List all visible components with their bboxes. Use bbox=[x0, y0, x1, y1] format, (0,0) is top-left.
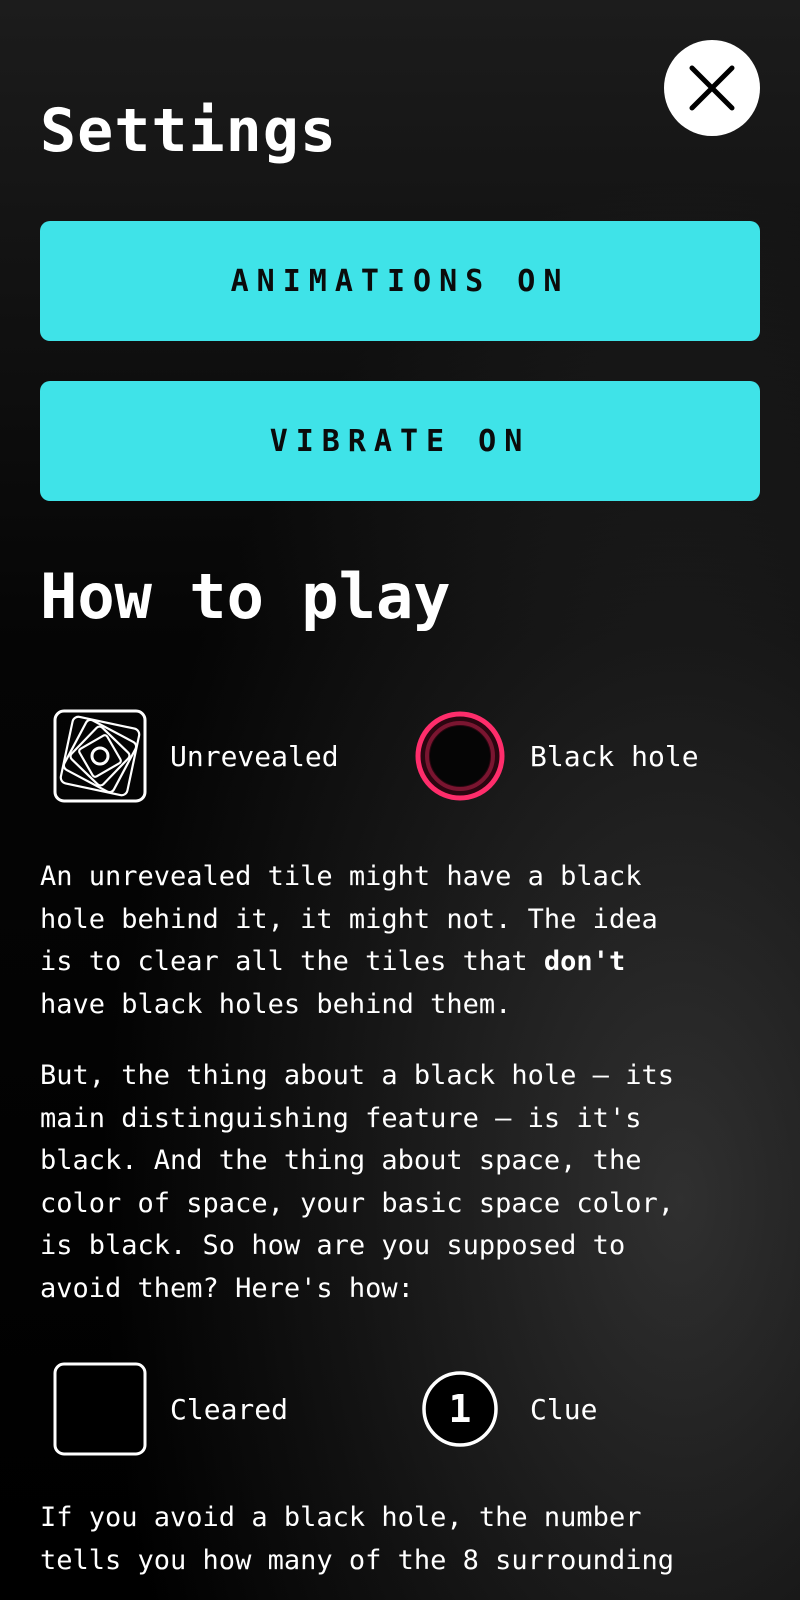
cleared-tile-icon bbox=[52, 1361, 148, 1457]
close-icon bbox=[689, 65, 735, 111]
how-to-play-heading: How to play bbox=[40, 560, 451, 633]
legend-label-cleared: Cleared bbox=[170, 1392, 289, 1426]
animations-toggle-button[interactable]: ANIMATIONS ON bbox=[40, 221, 760, 341]
emphasis-dont: don't bbox=[543, 946, 626, 977]
legend-label-unrevealed: Unrevealed bbox=[170, 739, 339, 773]
legend-black-hole: Black hole bbox=[412, 708, 699, 804]
page-title: Settings bbox=[40, 96, 337, 166]
close-button[interactable] bbox=[664, 40, 760, 136]
legend-cleared: Cleared bbox=[52, 1361, 288, 1457]
vibrate-toggle-button[interactable]: VIBRATE ON bbox=[40, 381, 760, 501]
paragraph-intro: An unrevealed tile might have a black ho… bbox=[40, 861, 658, 1020]
paragraph-space: But, the thing about a black hole – its … bbox=[40, 1060, 674, 1304]
unrevealed-tile-icon bbox=[52, 708, 148, 804]
clue-number: 1 bbox=[449, 1387, 472, 1431]
legend-unrevealed: Unrevealed bbox=[52, 708, 339, 804]
clue-icon: 1 bbox=[412, 1361, 508, 1457]
legend-label-black-hole: Black hole bbox=[530, 739, 699, 773]
black-hole-icon bbox=[412, 708, 508, 804]
legend-label-clue: Clue bbox=[530, 1392, 598, 1426]
legend-clue: 1 Clue bbox=[412, 1361, 597, 1457]
paragraph-clue: If you avoid a black hole, the number te… bbox=[40, 1502, 674, 1576]
